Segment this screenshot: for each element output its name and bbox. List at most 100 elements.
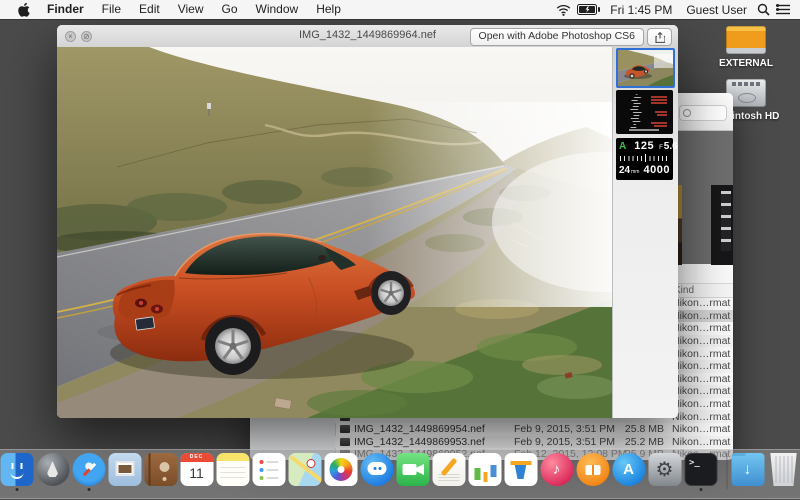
app-icon-glyph: ↓ [731, 453, 764, 486]
dock-item[interactable]: >_ [683, 453, 719, 491]
app-icon-glyph [36, 453, 69, 486]
app-icon: DEC 11 [180, 453, 213, 486]
dock-item[interactable] [251, 453, 287, 491]
dock-item[interactable] [215, 453, 251, 491]
file-name: IMG_1432_1449869953.nef [354, 436, 514, 448]
menu-view[interactable]: View [169, 0, 213, 19]
menu-finder[interactable]: Finder [38, 0, 93, 19]
dock-item[interactable]: ↓ [730, 453, 766, 491]
app-icon: ⚙ [648, 453, 681, 486]
app-icon-glyph [468, 453, 501, 486]
app-icon-glyph: ♪ [540, 453, 573, 486]
app-icon: ♪ [540, 453, 573, 486]
app-icon [324, 453, 357, 486]
app-icon [396, 453, 429, 486]
app-icon-glyph: A [612, 453, 645, 486]
app-icon-glyph [360, 453, 393, 486]
dock-item[interactable] [575, 453, 611, 491]
dock-item[interactable] [287, 453, 323, 491]
file-kind: Nikon…rmat file [672, 423, 733, 435]
table-row[interactable]: IMG_1432_1449869954.nef Feb 9, 2015, 3:5… [335, 423, 733, 436]
dock-item[interactable] [323, 453, 359, 491]
app-icon-glyph [432, 453, 465, 486]
file-kind: Nikon…rmat file [672, 310, 733, 322]
preview-window: × ⊘ IMG_1432_1449869964.nef Open with Ad… [57, 25, 678, 418]
menu-clock[interactable]: Fri 1:45 PM [606, 3, 676, 17]
app-icon-glyph [180, 453, 213, 486]
spotlight-search-icon[interactable] [757, 3, 770, 16]
search-input[interactable] [679, 105, 727, 121]
dock-item[interactable]: DEC 11 [179, 453, 215, 491]
dock-item[interactable] [503, 453, 539, 491]
preview-photo-corvette-on-road [57, 47, 612, 418]
table-row[interactable]: IMG_1432_1449869953.nef Feb 9, 2015, 3:5… [335, 436, 733, 449]
app-icon [432, 453, 465, 486]
photo-thumbnail-selected[interactable] [616, 48, 675, 88]
app-icon [726, 453, 727, 489]
dock-item[interactable] [107, 453, 143, 491]
share-button[interactable] [647, 28, 672, 46]
app-icon-glyph [288, 453, 321, 486]
app-icon-glyph [576, 453, 609, 486]
app-icon [72, 453, 105, 486]
exif-text-column [630, 94, 642, 128]
dock-item[interactable] [467, 453, 503, 491]
dock-item[interactable] [719, 453, 730, 494]
file-kind: Nikon…rmat file [672, 436, 733, 448]
menu-edit[interactable]: Edit [130, 0, 169, 19]
apple-menu-icon[interactable] [10, 3, 38, 17]
file-date: Feb 9, 2015, 3:51 PM [514, 436, 618, 448]
dock-item[interactable] [0, 453, 35, 491]
desktop-icon-external-drive[interactable]: EXTERNAL [700, 26, 792, 69]
app-icon [360, 453, 393, 486]
share-icon [655, 32, 665, 43]
file-size: 25.2 MB [618, 436, 664, 448]
notification-center-icon[interactable] [776, 4, 790, 15]
open-with-photoshop-button[interactable]: Open with Adobe Photoshop CS6 [470, 28, 644, 46]
file-kind: Nikon…rmat file [672, 373, 733, 385]
running-indicator [699, 488, 702, 491]
battery-icon[interactable] [577, 4, 600, 15]
aperture-value: 5.6 [664, 141, 678, 152]
app-icon-glyph [72, 453, 105, 486]
menu-go[interactable]: Go [213, 0, 247, 19]
dock-item[interactable] [431, 453, 467, 491]
shutter-speed: 125 [634, 140, 654, 152]
wifi-icon[interactable] [556, 4, 571, 16]
preview-sidebar: A 125 F 5.6 24 mm 4000 [612, 47, 678, 418]
app-icon [0, 453, 33, 486]
focal-length: 24 [619, 165, 630, 176]
app-icon-glyph [108, 453, 141, 486]
dock-item[interactable]: ⚙ [647, 453, 683, 491]
app-icon-glyph [767, 453, 800, 486]
app-icon: >_ [684, 453, 717, 486]
menu-help[interactable]: Help [307, 0, 350, 19]
file-thumbnail-icon [340, 438, 350, 446]
dock-item[interactable] [359, 453, 395, 491]
menu-bar: Finder File Edit View Go Window Help Fri… [0, 0, 800, 19]
focal-unit: mm [631, 169, 639, 175]
dock-item[interactable] [143, 453, 179, 491]
dock-item[interactable]: A [611, 453, 647, 491]
menu-user[interactable]: Guest User [682, 3, 751, 17]
file-kind: Nikon…rmat file [672, 335, 733, 347]
menu-file[interactable]: File [93, 0, 130, 19]
exposure-meter [620, 154, 669, 163]
shooting-data-thumbnail[interactable] [616, 90, 673, 134]
title-bar[interactable]: × ⊘ IMG_1432_1449869964.nef Open with Ad… [57, 25, 678, 48]
dock-item[interactable] [766, 453, 800, 491]
app-icon [468, 453, 501, 486]
camera-settings-thumbnail[interactable]: A 125 F 5.6 24 mm 4000 [616, 138, 673, 180]
cover-flow-photo[interactable] [711, 185, 733, 265]
dock-item[interactable]: ♪ [539, 453, 575, 491]
dock-item[interactable] [395, 453, 431, 491]
dock-item[interactable] [71, 453, 107, 491]
dock: DEC 11 [0, 449, 800, 499]
file-kind: Nikon…rmat file [672, 297, 733, 309]
app-icon: ↓ [731, 453, 764, 486]
file-kind: Nikon…rmat file [672, 322, 733, 334]
file-size: 25.8 MB [618, 423, 664, 435]
dock-item[interactable] [35, 453, 71, 491]
app-icon [252, 453, 285, 486]
menu-window[interactable]: Window [247, 0, 308, 19]
